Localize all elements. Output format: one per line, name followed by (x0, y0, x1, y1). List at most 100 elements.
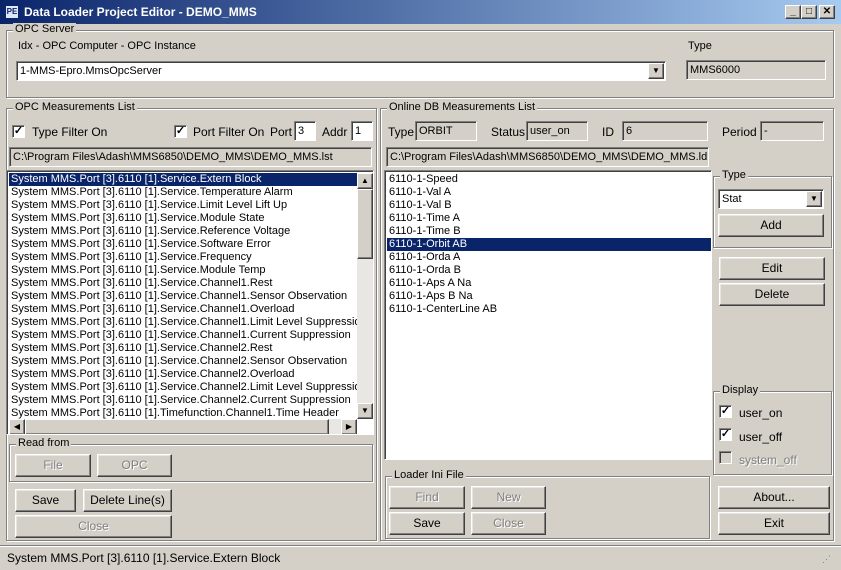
db-list-path-text: C:\Program Files\Adash\MMS6850\DEMO_MMS\… (390, 151, 709, 163)
opc-list-item[interactable]: System MMS.Port [3].6110 [1].Service.Ext… (9, 173, 357, 186)
db-list-item[interactable]: 6110-1-Orbit AB (387, 238, 711, 251)
opc-vertical-scroll-thumb[interactable] (357, 189, 373, 259)
app-icon: PE (5, 5, 19, 19)
db-status-field: user_on (526, 121, 588, 141)
db-list-item[interactable]: 6110-1-Aps B Na (387, 290, 711, 303)
loader-save-button[interactable]: Save (389, 512, 465, 535)
type-filter-checkbox[interactable]: ✓ (12, 125, 25, 138)
opc-list-item[interactable]: System MMS.Port [3].6110 [1].Service.Cha… (9, 368, 357, 381)
db-list-item[interactable]: 6110-1-Time B (387, 225, 711, 238)
exit-button[interactable]: Exit (718, 512, 830, 535)
status-text: System MMS.Port [3].6110 [1].Service.Ext… (7, 551, 281, 565)
opc-horizontal-scroll-thumb[interactable] (25, 419, 329, 434)
opc-list-item[interactable]: System MMS.Port [3].6110 [1].Service.Mod… (9, 264, 357, 277)
type-dropdown-icon[interactable]: ▼ (806, 191, 822, 207)
port-filter-checkbox[interactable]: ✓ (174, 125, 187, 138)
opc-instance-label: Idx - OPC Computer - OPC Instance (18, 40, 196, 52)
db-status-label: Status (491, 125, 526, 139)
resize-grip-icon[interactable]: ⋰ (822, 554, 831, 565)
opc-list-item[interactable]: System MMS.Port [3].6110 [1].Service.Cha… (9, 329, 357, 342)
db-type-field: ORBIT (415, 121, 477, 141)
about-button[interactable]: About... (718, 486, 830, 509)
scroll-right-icon[interactable]: ▶ (341, 419, 357, 434)
window-title: Data Loader Project Editor - DEMO_MMS (24, 5, 257, 19)
port-value: 3 (298, 125, 305, 137)
db-list-item[interactable]: 6110-1-Val A (387, 186, 711, 199)
opc-list-item[interactable]: System MMS.Port [3].6110 [1].Service.Cha… (9, 355, 357, 368)
db-period-label: Period (722, 125, 757, 139)
edit-button[interactable]: Edit (719, 257, 825, 280)
opc-list-item[interactable]: System MMS.Port [3].6110 [1].Service.Sof… (9, 238, 357, 251)
close-window-button[interactable]: ✕ (819, 5, 835, 19)
read-opc-button[interactable]: OPC (97, 454, 172, 477)
opc-list-item[interactable]: System MMS.Port [3].6110 [1].Service.Lim… (9, 199, 357, 212)
port-input[interactable]: 3 (294, 121, 316, 141)
db-list-item[interactable]: 6110-1-Speed (387, 173, 711, 186)
db-list-item[interactable]: 6110-1-Time A (387, 212, 711, 225)
addr-input[interactable]: 1 (351, 121, 373, 141)
opc-close-button[interactable]: Close (15, 515, 172, 538)
opc-list-item[interactable]: System MMS.Port [3].6110 [1].Service.Cha… (9, 316, 367, 329)
db-list-item[interactable]: 6110-1-CenterLine AB (387, 303, 711, 316)
opc-type-value: MMS6000 (690, 64, 741, 76)
opc-list-path: C:\Program Files\Adash\MMS6850\DEMO_MMS\… (9, 147, 372, 167)
opc-server-selected: 1-MMS-Epro.MmsOpcServer (20, 65, 162, 77)
opc-measurements-list[interactable]: System MMS.Port [3].6110 [1].Service.Ext… (6, 170, 374, 435)
system-off-checkbox[interactable] (719, 451, 732, 464)
db-id-field: 6 (622, 121, 708, 141)
loader-ini-legend: Loader Ini File (392, 469, 466, 481)
opc-list-item[interactable]: System MMS.Port [3].6110 [1].Service.Cha… (9, 394, 357, 407)
opc-save-button[interactable]: Save (15, 489, 76, 512)
opc-list-item[interactable]: System MMS.Port [3].6110 [1].Service.Cha… (9, 342, 357, 355)
opc-list-item[interactable]: System MMS.Port [3].6110 [1].Service.Ref… (9, 225, 357, 238)
user-off-checkbox[interactable]: ✓ (719, 428, 732, 441)
user-on-checkbox[interactable]: ✓ (719, 405, 732, 418)
add-button[interactable]: Add (718, 214, 824, 237)
db-id-value: 6 (626, 125, 633, 137)
delete-lines-button[interactable]: Delete Line(s) (83, 489, 172, 512)
display-legend: Display (720, 384, 761, 396)
online-db-list[interactable]: 6110-1-Speed 6110-1-Val A 6110-1-Val B 6110… (384, 170, 712, 460)
scroll-up-icon[interactable]: ▲ (357, 173, 373, 189)
opc-rows-container: System MMS.Port [3].6110 [1].Service.Ext… (9, 173, 367, 420)
db-list-item[interactable]: 6110-1-Aps A Na (387, 277, 711, 290)
loader-new-button[interactable]: New (471, 486, 546, 509)
opc-server-dropdown-icon[interactable]: ▼ (648, 63, 664, 79)
status-bar: System MMS.Port [3].6110 [1].Service.Ext… (0, 545, 841, 570)
opc-list-item[interactable]: System MMS.Port [3].6110 [1].Service.Tem… (9, 186, 357, 199)
maximize-button[interactable]: □ (801, 5, 817, 19)
db-type-label: Type (388, 125, 415, 139)
opc-type-field: MMS6000 (686, 60, 826, 80)
port-label: Port (270, 125, 293, 139)
scroll-left-icon[interactable]: ◀ (9, 419, 25, 434)
opc-server-combo[interactable]: 1-MMS-Epro.MmsOpcServer (16, 61, 666, 81)
read-from-legend: Read from (16, 437, 72, 449)
opc-list-item[interactable]: System MMS.Port [3].6110 [1].Service.Mod… (9, 212, 357, 225)
addr-value: 1 (355, 125, 362, 137)
opc-list-item[interactable]: System MMS.Port [3].6110 [1].Service.Cha… (9, 277, 357, 290)
db-id-label: ID (602, 125, 614, 139)
opc-list-item[interactable]: System MMS.Port [3].6110 [1].Service.Fre… (9, 251, 357, 264)
delete-button[interactable]: Delete (719, 283, 825, 306)
port-filter-label: Port Filter On (193, 125, 265, 139)
db-list-item[interactable]: 6110-1-Orda A (387, 251, 711, 264)
minimize-button[interactable]: _ (785, 5, 801, 19)
db-rows-container: 6110-1-Speed 6110-1-Val A 6110-1-Val B 6110… (387, 173, 711, 316)
type-group: Type (713, 169, 832, 248)
read-file-button[interactable]: File (15, 454, 91, 477)
scroll-down-icon[interactable]: ▼ (357, 403, 373, 419)
opc-list-item[interactable]: System MMS.Port [3].6110 [1].Service.Cha… (9, 290, 357, 303)
opc-list-path-text: C:\Program Files\Adash\MMS6850\DEMO_MMS\… (13, 151, 333, 163)
db-period-value: - (764, 125, 768, 137)
db-list-item[interactable]: 6110-1-Orda B (387, 264, 711, 277)
loader-close-button[interactable]: Close (471, 512, 546, 535)
title-bar: PE Data Loader Project Editor - DEMO_MMS… (0, 0, 841, 24)
db-period-field: - (760, 121, 824, 141)
addr-label: Addr (322, 125, 348, 139)
opc-list-item[interactable]: System MMS.Port [3].6110 [1].Service.Cha… (9, 381, 367, 394)
type-legend: Type (720, 169, 748, 181)
loader-find-button[interactable]: Find (389, 486, 465, 509)
db-list-item[interactable]: 6110-1-Val B (387, 199, 711, 212)
opc-list-item[interactable]: System MMS.Port [3].6110 [1].Service.Cha… (9, 303, 357, 316)
user-on-label: user_on (739, 406, 783, 420)
